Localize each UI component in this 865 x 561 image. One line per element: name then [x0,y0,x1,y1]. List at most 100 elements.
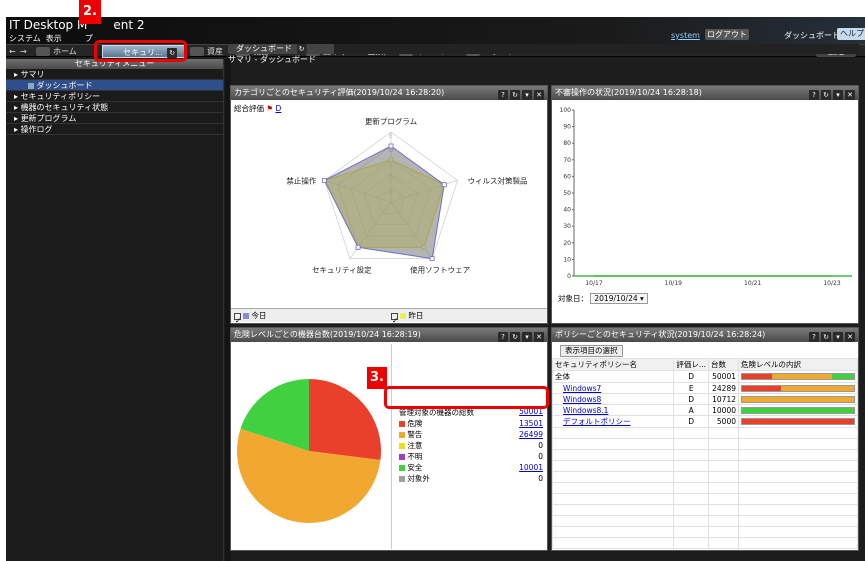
policy-grade: D [673,370,710,383]
legend-yesterday[interactable]: ✓ 昨日 [391,309,423,325]
risk-level-label: 危険 [407,419,423,428]
risk-level-count[interactable]: 10001 [519,463,543,472]
x-tick-label: 10/19 [665,280,682,287]
risk-breakdown-bar [741,384,855,392]
close-icon[interactable]: ✕ [534,90,544,100]
tab-bar: ダッシュボード ↻ [228,44,859,54]
table-row[interactable]: 全体 D 50001 [551,370,858,383]
refresh-icon[interactable]: ↻ [510,90,520,100]
col-header[interactable]: 評価レ... [673,358,710,371]
radar-chart: ABCDE更新プログラムウィルス対策製品使用ソフトウェアセキュリティ設定禁止操作 [286,116,527,275]
forward-icon[interactable]: → [20,46,27,57]
assets-button[interactable]: 資産 [190,46,223,57]
policy-table: セキュリティポリシー名 評価レ... 台数 危険レベルの内訳 全体 D 50001 W… [551,358,858,549]
help-icon[interactable]: ? [809,90,819,100]
sidebar-item-dashboard[interactable]: ダッシュボード [6,80,223,91]
policy-name[interactable]: Windows8.1 [563,406,608,415]
home-button[interactable]: ホーム [36,46,77,57]
policy-name[interactable]: Windows8 [563,395,601,404]
user-link[interactable]: system [671,31,700,40]
close-icon[interactable]: ✕ [845,90,855,100]
help-icon[interactable]: ? [498,90,508,100]
risk-level-label: 安全 [407,463,423,472]
dropdown-icon[interactable]: ▾ [522,90,532,100]
empty-row [551,427,858,439]
table-row[interactable]: Windows7 E 24289 [551,382,858,394]
refresh-icon[interactable]: ↻ [296,44,307,54]
col-header[interactable]: セキュリティポリシー名 [551,358,675,371]
table-row[interactable]: デフォルトポリシー D 5000 [551,415,858,428]
dropdown-icon[interactable]: ▾ [833,332,843,342]
help-button[interactable]: ヘルプ [837,28,865,40]
risk-swatch [399,454,405,460]
refresh-icon[interactable]: ↻ [510,332,520,342]
checkbox-icon[interactable]: ✓ [234,312,241,325]
menu-other[interactable]: プ [85,34,93,43]
step-3-marker: 3. [367,367,387,389]
select-columns-button[interactable]: 表示項目の選択 [560,345,623,357]
checkbox-icon[interactable]: ✓ [391,312,398,325]
policy-name[interactable]: デフォルトポリシー [563,417,631,426]
policy-status-panel: ポリシーごとのセキュリティ状況(2019/10/24 16:28:24) ? ↻ ▾… [551,327,859,551]
x-tick-label: 10/23 [823,280,840,287]
sidebar-item-device-status[interactable]: ▸ 機器のセキュリティ状態 [6,102,223,113]
radar-point [322,177,327,183]
risk-level-count: 0 [538,441,543,450]
home-icon [36,47,50,56]
risk-level-list: 管理対象の機器の総数 50001 危険 13501 警告 26499 注意 0 不明 0 … [399,407,543,484]
empty-row [551,460,858,472]
risk-swatch [399,465,405,471]
risk-bar-segment [742,419,854,424]
help-icon[interactable]: ? [809,332,819,342]
menu-system[interactable]: システム [9,34,41,43]
refresh-icon[interactable]: ↻ [821,90,831,100]
close-icon[interactable]: ✕ [534,332,544,342]
legend-today[interactable]: ✓ 今日 [234,309,266,325]
sidebar-item-summary[interactable]: ▸ サマリ [6,69,223,80]
risk-breakdown-bar [741,373,855,380]
x-tick-label: 10/17 [585,280,602,287]
date-dropdown[interactable]: 2019/10/24 ▾ [590,293,648,304]
table-row[interactable]: Windows8 D 10712 [551,393,858,405]
panel-header: カテゴリごとのセキュリティ評価(2019/10/24 16:28:20) ? ↻ ▾… [231,86,547,100]
risk-bar-segment [831,374,854,379]
col-header[interactable]: 台数 [708,358,739,371]
dashboard-link[interactable]: ダッシュボード [784,30,840,41]
back-icon[interactable]: ← [9,46,16,57]
menu-view[interactable]: 表示 [46,34,62,43]
close-icon[interactable]: ✕ [845,332,855,342]
help-icon[interactable]: ? [498,332,508,342]
dropdown-icon[interactable]: ▾ [522,332,532,342]
risk-level-row: 安全 10001 [399,462,543,473]
policy-grade: D [673,393,710,405]
risk-swatch [399,432,405,438]
risk-breakdown-bar [741,418,855,425]
col-header[interactable]: 危険レベルの内訳 [738,358,858,371]
y-tick-label: 30 [563,223,571,230]
policy-name[interactable]: Windows7 [563,384,601,393]
y-tick-label: 70 [563,157,571,164]
dropdown-icon[interactable]: ▾ [833,90,843,100]
risk-bar-segment [742,385,782,391]
assets-icon [190,47,204,56]
policy-grade: E [673,382,710,394]
empty-row [551,537,858,549]
tab-dashboard[interactable]: ダッシュボード ↻ [228,44,334,54]
x-tick-label: 10/21 [744,280,761,287]
risk-level-count[interactable]: 13501 [519,419,543,428]
legend-swatch [400,313,406,319]
risk-level-count[interactable]: 26499 [519,430,543,439]
empty-row [551,515,858,527]
refresh-icon[interactable]: ↻ [821,332,831,342]
policy-grade: A [673,404,710,416]
radar-point [429,256,435,262]
risk-level-row: 警告 26499 [399,429,543,440]
sidebar-item-updates[interactable]: ▸ 更新プログラム [6,113,223,124]
logout-button[interactable]: ログアウト [705,29,749,40]
y-tick-label: 20 [563,240,571,247]
sidebar-item-operation-log[interactable]: ▸ 操作ログ [6,124,223,135]
sidebar-item-security-policy[interactable]: ▸ セキュリティポリシー [6,91,223,102]
empty-row [551,482,858,494]
menu-bar: システム 表示 プ [9,33,98,44]
table-row[interactable]: Windows8.1 A 10000 [551,404,858,416]
